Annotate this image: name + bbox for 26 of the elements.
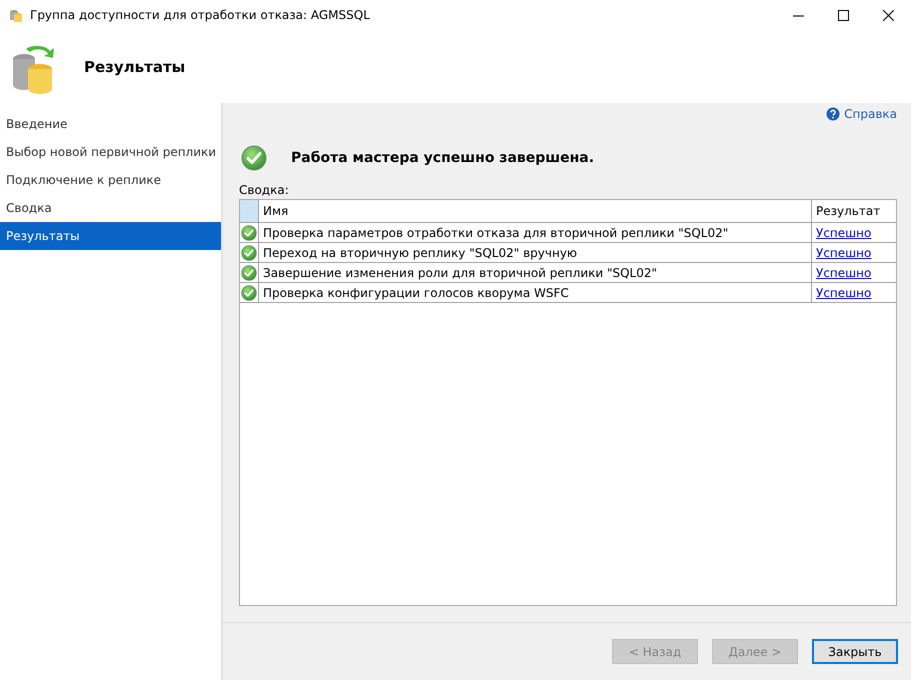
success-icon xyxy=(241,145,267,171)
sidebar-item[interactable]: Введение xyxy=(0,110,221,138)
table-cell-text: Завершение изменения роли для вторичной реплики "SQL02" xyxy=(262,264,658,282)
close-icon[interactable] xyxy=(883,10,894,20)
database-icon xyxy=(8,7,24,23)
status-message: Работа мастера успешно завершена. xyxy=(291,150,594,166)
summary-label: Сводка: xyxy=(239,183,290,197)
sidebar-item[interactable]: Сводка xyxy=(0,194,221,222)
sidebar-item[interactable]: Выбор новой первичной реплики xyxy=(0,138,221,166)
wizard-button[interactable]: Закрыть xyxy=(812,639,898,664)
table-cell-text: Проверка параметров отработки отказа для вторичной реплики "SQL02" xyxy=(262,224,730,242)
table-cell-text: Проверка конфигурации голосов кворума WSFC xyxy=(262,284,570,302)
sidebar-item[interactable]: Результаты xyxy=(0,222,221,250)
help-link[interactable]: Справка xyxy=(844,107,897,121)
result-link[interactable]: Успешно xyxy=(816,226,872,240)
sidebar-item[interactable]: Подключение к реплике xyxy=(0,166,221,194)
column-header[interactable]: Результат xyxy=(811,200,896,222)
result-link[interactable]: Успешно xyxy=(816,286,872,300)
maximize-icon[interactable] xyxy=(838,10,849,20)
result-link[interactable]: Успешно xyxy=(816,246,872,260)
column-header[interactable]: Имя xyxy=(259,200,811,222)
result-link[interactable]: Успешно xyxy=(816,266,872,280)
help-icon[interactable] xyxy=(826,107,840,121)
page-title: Результаты xyxy=(84,58,186,76)
table-cell-text: Переход на вторичную реплику "SQL02" вручную xyxy=(262,244,578,262)
window-title: Группа доступности для отработки отказа: AGMSSQL xyxy=(30,8,371,22)
